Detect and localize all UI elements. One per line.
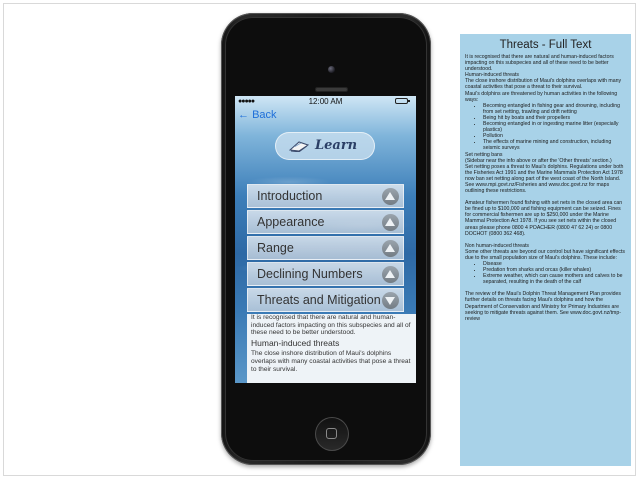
panel-paragraph: See www.mpi.govt.nz/Fisheries and www.do… — [465, 181, 610, 195]
accordion-menu: Introduction Appearance Range Declining … — [247, 184, 404, 314]
menu-item-appearance[interactable]: Appearance — [247, 210, 404, 234]
panel-body: It is recognised that there are natural … — [460, 54, 631, 322]
status-bar: ●●●●● 12:00 AM — [235, 96, 416, 108]
menu-item-declining-numbers[interactable]: Declining Numbers — [247, 262, 404, 286]
panel-paragraph: The close inshore distribution of Maui's… — [465, 78, 622, 91]
book-icon — [289, 141, 309, 152]
threat-list: Disease Predation from sharks and orcas … — [465, 261, 627, 285]
expand-up-icon[interactable] — [382, 240, 399, 257]
content-heading: Human-induced threats — [251, 337, 340, 348]
content-intro: It is recognised that there are natural … — [251, 314, 411, 337]
app-screen: ●●●●● 12:00 AM ← Back Learn Introduction… — [235, 96, 416, 383]
menu-item-label: Range — [257, 241, 294, 255]
panel-paragraph: Maui's dolphins are threatened by human … — [465, 90, 618, 103]
list-item: Becoming entangled in fishing gear and d… — [483, 103, 627, 115]
content-body: The close inshore distribution of Maui's… — [251, 350, 411, 373]
expand-up-icon[interactable] — [382, 188, 399, 205]
back-label: Back — [252, 109, 277, 121]
speaker-grille — [315, 87, 348, 92]
expand-up-icon[interactable] — [382, 266, 399, 283]
list-item: The effects of marine mining and constru… — [483, 139, 627, 151]
panel-paragraph: Some other threats are beyond our contro… — [465, 248, 625, 261]
list-item: Extreme weather, which can cause mothers… — [483, 273, 627, 285]
list-item: Becoming entangled in or ingesting marin… — [483, 121, 627, 133]
expand-up-icon[interactable] — [382, 214, 399, 231]
menu-item-label: Appearance — [257, 215, 325, 229]
home-button[interactable] — [315, 417, 349, 451]
menu-item-label: Introduction — [257, 189, 323, 203]
home-square-icon — [326, 428, 337, 439]
panel-paragraph: Amateur fishermen found fishing with set… — [465, 200, 623, 237]
learn-header: Learn — [275, 132, 375, 160]
panel-paragraph: The review of the Maui's Dolphin Threat … — [465, 291, 622, 322]
full-text-panel: Threats - Full Text It is recognised tha… — [460, 34, 631, 466]
menu-item-introduction[interactable]: Introduction — [247, 184, 404, 208]
threat-list: Becoming entangled in fishing gear and d… — [465, 103, 627, 152]
menu-item-range[interactable]: Range — [247, 236, 404, 260]
menu-item-threats-and-mitigation[interactable]: Threats and Mitigation — [247, 288, 404, 312]
expanded-content: It is recognised that there are natural … — [247, 314, 416, 383]
status-time: 12:00 AM — [308, 97, 343, 106]
learn-title: Learn — [315, 138, 358, 153]
collapse-down-icon[interactable] — [382, 292, 399, 309]
battery-icon — [395, 98, 410, 104]
panel-intro: It is recognised that there are natural … — [465, 54, 614, 73]
menu-item-label: Threats and Mitigation — [257, 293, 381, 307]
camera-icon — [328, 66, 335, 73]
back-button[interactable]: ← Back — [238, 108, 277, 122]
panel-paragraph: Set netting poses a threat to Maui's dol… — [465, 163, 624, 182]
panel-note: (Sidebar near the info above or after th… — [465, 157, 612, 164]
panel-title: Threats - Full Text — [499, 39, 592, 51]
back-arrow-icon: ← — [238, 109, 249, 121]
menu-item-label: Declining Numbers — [257, 267, 363, 281]
